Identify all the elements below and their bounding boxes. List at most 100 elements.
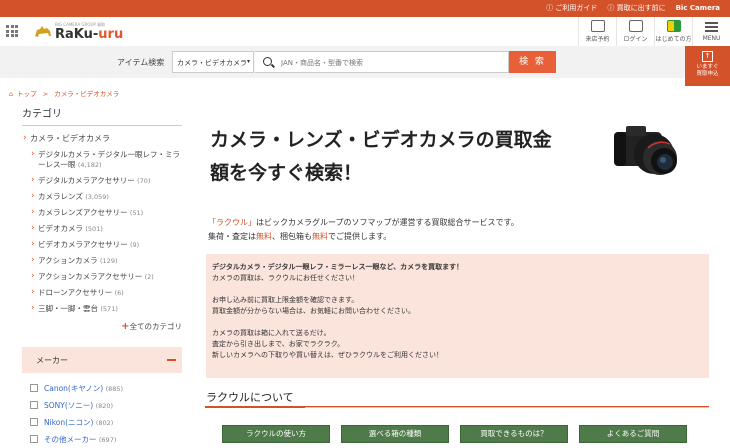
maker-item-count: (885) bbox=[105, 385, 124, 393]
category-item[interactable]: アクションカメラアクセサリー (2) bbox=[22, 269, 182, 285]
intro-brand-link[interactable]: 「ラクウル」 bbox=[208, 218, 256, 227]
site-logo[interactable]: BIG CAMERA GROUP 買取 RaKu-uru bbox=[33, 22, 123, 42]
category-item-label: アクションカメラ bbox=[38, 256, 98, 265]
logo-text-part2: uru bbox=[98, 27, 124, 42]
guide-link[interactable]: ⓘ ご利用ガイド bbox=[546, 3, 597, 13]
store-reservation-label: 来店予約 bbox=[585, 36, 610, 43]
notice-box: デジタルカメラ・デジタル一眼レフ・ミラーレス一眼など、カメラを買取ます！ カメラ… bbox=[206, 254, 709, 378]
sell-now-line1: いますぐ bbox=[696, 64, 719, 70]
maker-section-toggle[interactable]: メーカー bbox=[22, 347, 182, 373]
category-item-count: (6) bbox=[114, 289, 124, 297]
logo-text-part1: RaKu- bbox=[55, 27, 99, 42]
plus-icon: + bbox=[121, 321, 130, 332]
calendar-icon bbox=[590, 20, 605, 32]
breadcrumb-separator: > bbox=[42, 90, 49, 98]
maker-item-count: (820) bbox=[95, 402, 114, 410]
category-item[interactable]: ビデオカメラアクセサリー (9) bbox=[22, 237, 182, 253]
login-icon bbox=[628, 20, 643, 32]
notice-text: お申し込み前に買取上限金額を確認できます。 bbox=[212, 296, 359, 304]
category-item-count: (4,182) bbox=[77, 161, 102, 169]
category-item-count: (129) bbox=[100, 257, 118, 265]
category-item[interactable]: カメラレンズアクセサリー (51) bbox=[22, 205, 182, 221]
category-item-label: ビデオカメラアクセサリー bbox=[38, 240, 128, 249]
maker-heading: メーカー bbox=[36, 356, 68, 365]
intro-text: 「ラクウル」はビックカメラグループのソフマップが運営する買取総合サービスです。 … bbox=[208, 216, 628, 244]
store-reservation-button[interactable]: 来店予約 bbox=[578, 17, 616, 46]
page-title: カメラ・レンズ・ビデオカメラの買取金 額を今すぐ検索！ bbox=[210, 124, 600, 190]
notice-text: カメラの買取は、ラクウルにお任せください！ bbox=[212, 274, 359, 282]
menu-label: MENU bbox=[702, 34, 721, 42]
checkbox[interactable] bbox=[30, 435, 38, 443]
before-sell-link-label: 買取に出す前に bbox=[616, 4, 666, 12]
maker-item-count: (697) bbox=[98, 436, 117, 444]
notice-heading: デジタルカメラ・デジタル一眼レフ・ミラーレス一眼など、カメラを買取ます！ bbox=[212, 263, 464, 271]
camel-logo-icon bbox=[35, 26, 51, 37]
dslr-camera-image bbox=[614, 126, 677, 175]
all-categories-link[interactable]: +全てのカテゴリ bbox=[22, 321, 182, 332]
logo-tagline: BIG CAMERA GROUP 買取 bbox=[55, 22, 106, 27]
category-item-count: (3,059) bbox=[85, 193, 109, 201]
checkbox[interactable] bbox=[30, 418, 38, 426]
category-item-label: 三脚・一脚・雲台 bbox=[38, 304, 98, 313]
login-button[interactable]: ログイン bbox=[616, 17, 654, 46]
beginner-button[interactable]: はじめての方 bbox=[654, 17, 692, 46]
category-item-label: カメラレンズアクセサリー bbox=[38, 208, 128, 217]
top-utility-bar: ⓘ ご利用ガイド ⓘ 買取に出す前に Bic Camera bbox=[0, 0, 730, 17]
page-title-line2: 額を今すぐ検索！ bbox=[210, 162, 363, 184]
login-label: ログイン bbox=[623, 36, 648, 43]
category-item-label: デジタルカメラ・デジタル一眼レフ・ミラーレス一眼 bbox=[38, 150, 180, 169]
bic-camera-logo[interactable]: Bic Camera bbox=[676, 4, 720, 12]
site-header: BIG CAMERA GROUP 買取 RaKu-uru 来店予約 ログイン は… bbox=[0, 17, 730, 46]
category-item[interactable]: ビデオカメラ (501) bbox=[22, 221, 182, 237]
maker-item[interactable]: Canon(キヤノン) (885) bbox=[30, 380, 123, 397]
tab-what-can-sell[interactable]: 買取できるものは？ bbox=[460, 425, 568, 443]
maker-item[interactable]: Nikon(ニコン) (802) bbox=[30, 414, 123, 431]
category-heading: カテゴリ bbox=[22, 105, 182, 126]
category-item[interactable]: アクションカメラ (129) bbox=[22, 253, 182, 269]
intro-line2-c: でご提供します。 bbox=[328, 232, 392, 241]
category-item-count: (571) bbox=[100, 305, 118, 313]
beginner-icon bbox=[666, 20, 681, 32]
category-item[interactable]: デジタルカメラアクセサリー (70) bbox=[22, 173, 182, 189]
about-tabs: ラクウルの使い方 選べる箱の種類 買取できるものは？ よくあるご質問 bbox=[222, 425, 687, 443]
maker-item-label: Canon(キヤノン) bbox=[44, 384, 104, 393]
search-field[interactable] bbox=[255, 51, 509, 73]
breadcrumb-home[interactable]: トップ bbox=[17, 90, 37, 98]
minus-icon bbox=[167, 359, 176, 361]
tab-faq[interactable]: よくあるご質問 bbox=[579, 425, 687, 443]
logo-text: RaKu-uru bbox=[55, 27, 123, 42]
search-icon bbox=[263, 57, 272, 66]
category-select[interactable]: カメラ・ビデオカメラ ▾ bbox=[172, 51, 254, 73]
before-sell-link[interactable]: ⓘ 買取に出す前に bbox=[607, 3, 665, 13]
home-icon: ⌂ bbox=[9, 90, 14, 98]
tab-how-to-use[interactable]: ラクウルの使い方 bbox=[222, 425, 330, 443]
category-item[interactable]: ドローンアクセサリー (6) bbox=[22, 285, 182, 301]
category-item[interactable]: 三脚・一脚・雲台 (571) bbox=[22, 301, 182, 317]
maker-item[interactable]: その他メーカー (697) bbox=[30, 431, 123, 448]
sell-now-button[interactable]: ↑ いますぐ 買取申込 bbox=[685, 46, 730, 86]
apps-grid-icon[interactable] bbox=[6, 25, 18, 37]
maker-item-label: Nikon(ニコン) bbox=[44, 418, 94, 427]
category-item[interactable]: デジタルカメラ・デジタル一眼レフ・ミラーレス一眼 (4,182) bbox=[22, 147, 182, 173]
guide-link-label: ご利用ガイド bbox=[555, 4, 598, 12]
category-item[interactable]: カメラレンズ (3,059) bbox=[22, 189, 182, 205]
breadcrumb-current[interactable]: カメラ・ビデオカメラ bbox=[54, 90, 119, 98]
menu-button[interactable]: MENU bbox=[692, 17, 730, 46]
category-item-label: カメラレンズ bbox=[38, 192, 83, 201]
checkbox[interactable] bbox=[30, 384, 38, 392]
menu-icon bbox=[705, 22, 718, 32]
tab-box-types[interactable]: 選べる箱の種類 bbox=[341, 425, 449, 443]
search-button[interactable]: 検 索 bbox=[509, 51, 556, 73]
maker-item[interactable]: SONY(ソニー) (820) bbox=[30, 397, 123, 414]
category-item-count: (2) bbox=[144, 273, 154, 281]
breadcrumb: ⌂ トップ > カメラ・ビデオカメラ bbox=[9, 88, 123, 98]
checkbox[interactable] bbox=[30, 401, 38, 409]
category-item-label: ビデオカメラ bbox=[38, 224, 83, 233]
category-item-count: (9) bbox=[130, 241, 140, 249]
sell-now-line2: 買取申込 bbox=[696, 71, 719, 77]
category-item-top[interactable]: カメラ・ビデオカメラ bbox=[22, 131, 182, 147]
about-heading-text: ラクウルについて bbox=[206, 391, 294, 404]
chevron-down-icon: ▾ bbox=[246, 58, 250, 65]
category-item-count: (70) bbox=[137, 177, 151, 185]
search-input[interactable] bbox=[281, 55, 501, 70]
